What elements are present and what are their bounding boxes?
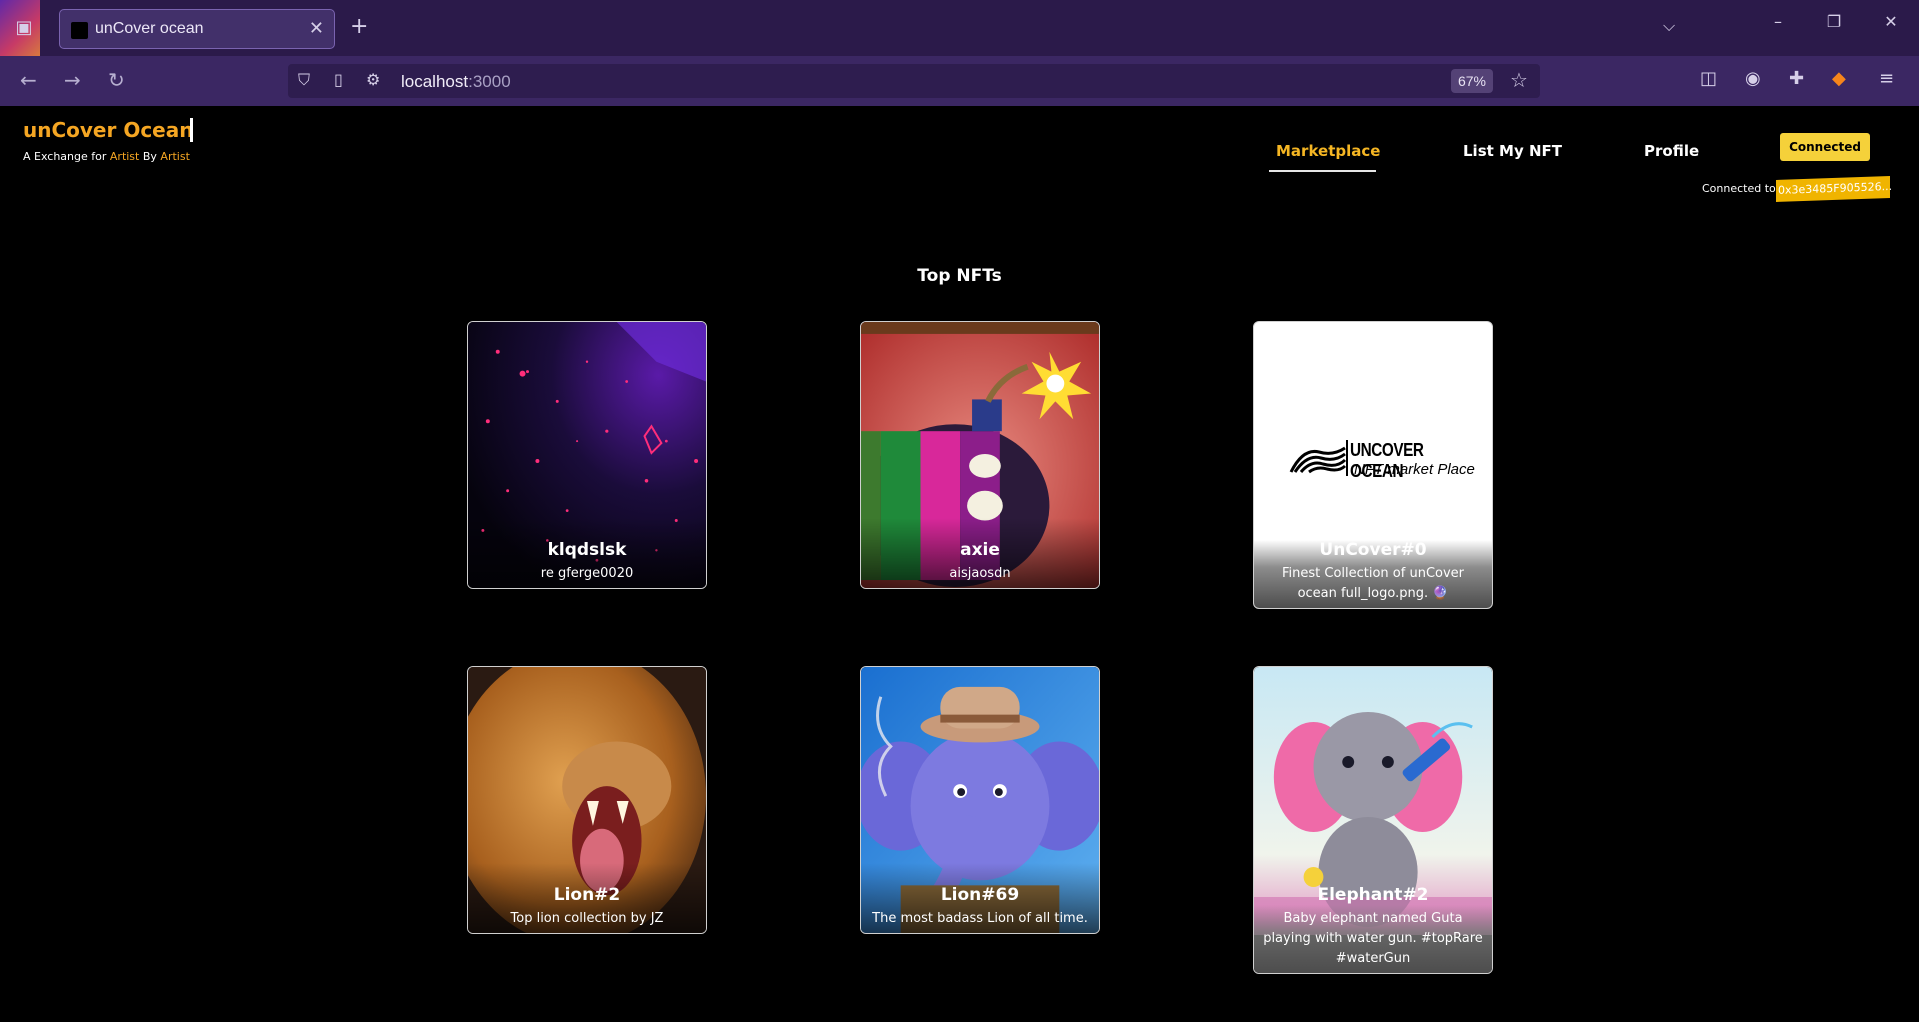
logo-divider <box>1346 440 1348 476</box>
forward-icon[interactable]: → <box>64 68 81 92</box>
reload-icon[interactable]: ↻ <box>108 68 125 92</box>
minimize-icon[interactable]: – <box>1763 12 1793 31</box>
url-bar[interactable]: ⛉ ▯ ⚙ localhost:3000 67% ☆ <box>288 64 1540 98</box>
connected-to-label: Connected to <box>1702 182 1776 195</box>
nav-marketplace[interactable]: Marketplace <box>1276 142 1380 160</box>
nft-description: Finest Collection of unCover ocean full_… <box>1281 566 1465 601</box>
restore-icon[interactable]: ❐ <box>1819 12 1849 31</box>
nft-description: Top lion collection by JZ <box>510 911 664 926</box>
extensions-icon[interactable]: ✚ <box>1789 68 1804 89</box>
section-title: Top NFTs <box>917 266 1002 286</box>
nft-card[interactable]: Lion#2 Top lion collection by JZ <box>467 666 707 934</box>
nft-name: axie <box>960 540 1000 560</box>
pocket-icon[interactable]: ◫ <box>1700 68 1717 89</box>
close-tab-icon[interactable]: ✕ <box>309 18 324 39</box>
site-tagline: A Exchange for Artist By Artist <box>23 150 190 163</box>
page-icon[interactable]: ▯ <box>334 70 343 89</box>
metamask-icon[interactable]: ◆ <box>1832 68 1846 89</box>
favicon-icon <box>71 22 88 39</box>
nft-card[interactable]: axie aisjaosdn <box>860 321 1100 589</box>
nft-card[interactable]: Elephant#2 Baby elephant named Guta play… <box>1253 666 1493 974</box>
browser-navigation-bar: ← → ↻ ⛉ ▯ ⚙ localhost:3000 67% ☆ ◫ ◉ ✚ ◆… <box>0 56 1919 106</box>
web-page: unCover Ocean A Exchange for Artist By A… <box>0 106 1919 1022</box>
uncover-logo-icon <box>1289 446 1347 474</box>
account-icon[interactable]: ◉ <box>1745 68 1761 89</box>
nft-card[interactable]: Lion#69 The most badass Lion of all time… <box>860 666 1100 934</box>
shield-icon[interactable]: ⛉ <box>298 70 310 90</box>
wallet-address: 0x3e3485F905526... <box>1776 176 1892 202</box>
permissions-icon[interactable]: ⚙ <box>366 70 380 89</box>
nft-description: re gferge0020 <box>540 566 634 581</box>
zoom-level-badge[interactable]: 67% <box>1451 69 1493 93</box>
nav-list-my-nft[interactable]: List My NFT <box>1463 142 1562 160</box>
nft-description: aisjaosdn <box>949 566 1011 581</box>
tab-list-icon[interactable]: ▣ <box>10 14 38 42</box>
url-text[interactable]: localhost:3000 <box>401 72 511 92</box>
nft-name: klqdslsk <box>547 540 627 560</box>
nft-name: Lion#2 <box>553 885 621 905</box>
nav-profile[interactable]: Profile <box>1644 142 1699 160</box>
nft-card[interactable]: klqdslsk re gferge0020 <box>467 321 707 589</box>
nft-description: Baby elephant named Guta playing with wa… <box>1263 911 1483 966</box>
back-icon[interactable]: ← <box>20 68 37 92</box>
text-caret <box>190 118 193 142</box>
browser-tab[interactable]: unCover ocean ✕ <box>59 9 335 49</box>
nft-name: UnCover#0 <box>1319 540 1427 560</box>
list-all-tabs-icon[interactable]: ⌵ <box>1663 16 1675 36</box>
close-window-icon[interactable]: ✕ <box>1876 12 1906 31</box>
nft-description: The most badass Lion of all time. <box>872 911 1088 926</box>
new-tab-icon[interactable]: + <box>350 14 368 39</box>
menu-icon[interactable]: ≡ <box>1879 68 1894 89</box>
tab-title: unCover ocean <box>95 20 204 37</box>
nft-name: Elephant#2 <box>1317 885 1429 905</box>
nft-name: Lion#69 <box>940 885 1020 905</box>
active-nav-underline <box>1269 170 1376 172</box>
site-brand[interactable]: unCover Ocean <box>23 118 193 142</box>
browser-tab-strip: ▣ unCover ocean ✕ + ⌵ – ❐ ✕ <box>0 0 1919 56</box>
nft-card[interactable]: UNCOVER OCEAN NFT market Place UnCover#0… <box>1253 321 1493 609</box>
logo-subtitle: NFT market Place <box>1354 461 1475 478</box>
connect-wallet-button[interactable]: Connected <box>1780 133 1870 161</box>
bookmark-star-icon[interactable]: ☆ <box>1510 68 1528 92</box>
